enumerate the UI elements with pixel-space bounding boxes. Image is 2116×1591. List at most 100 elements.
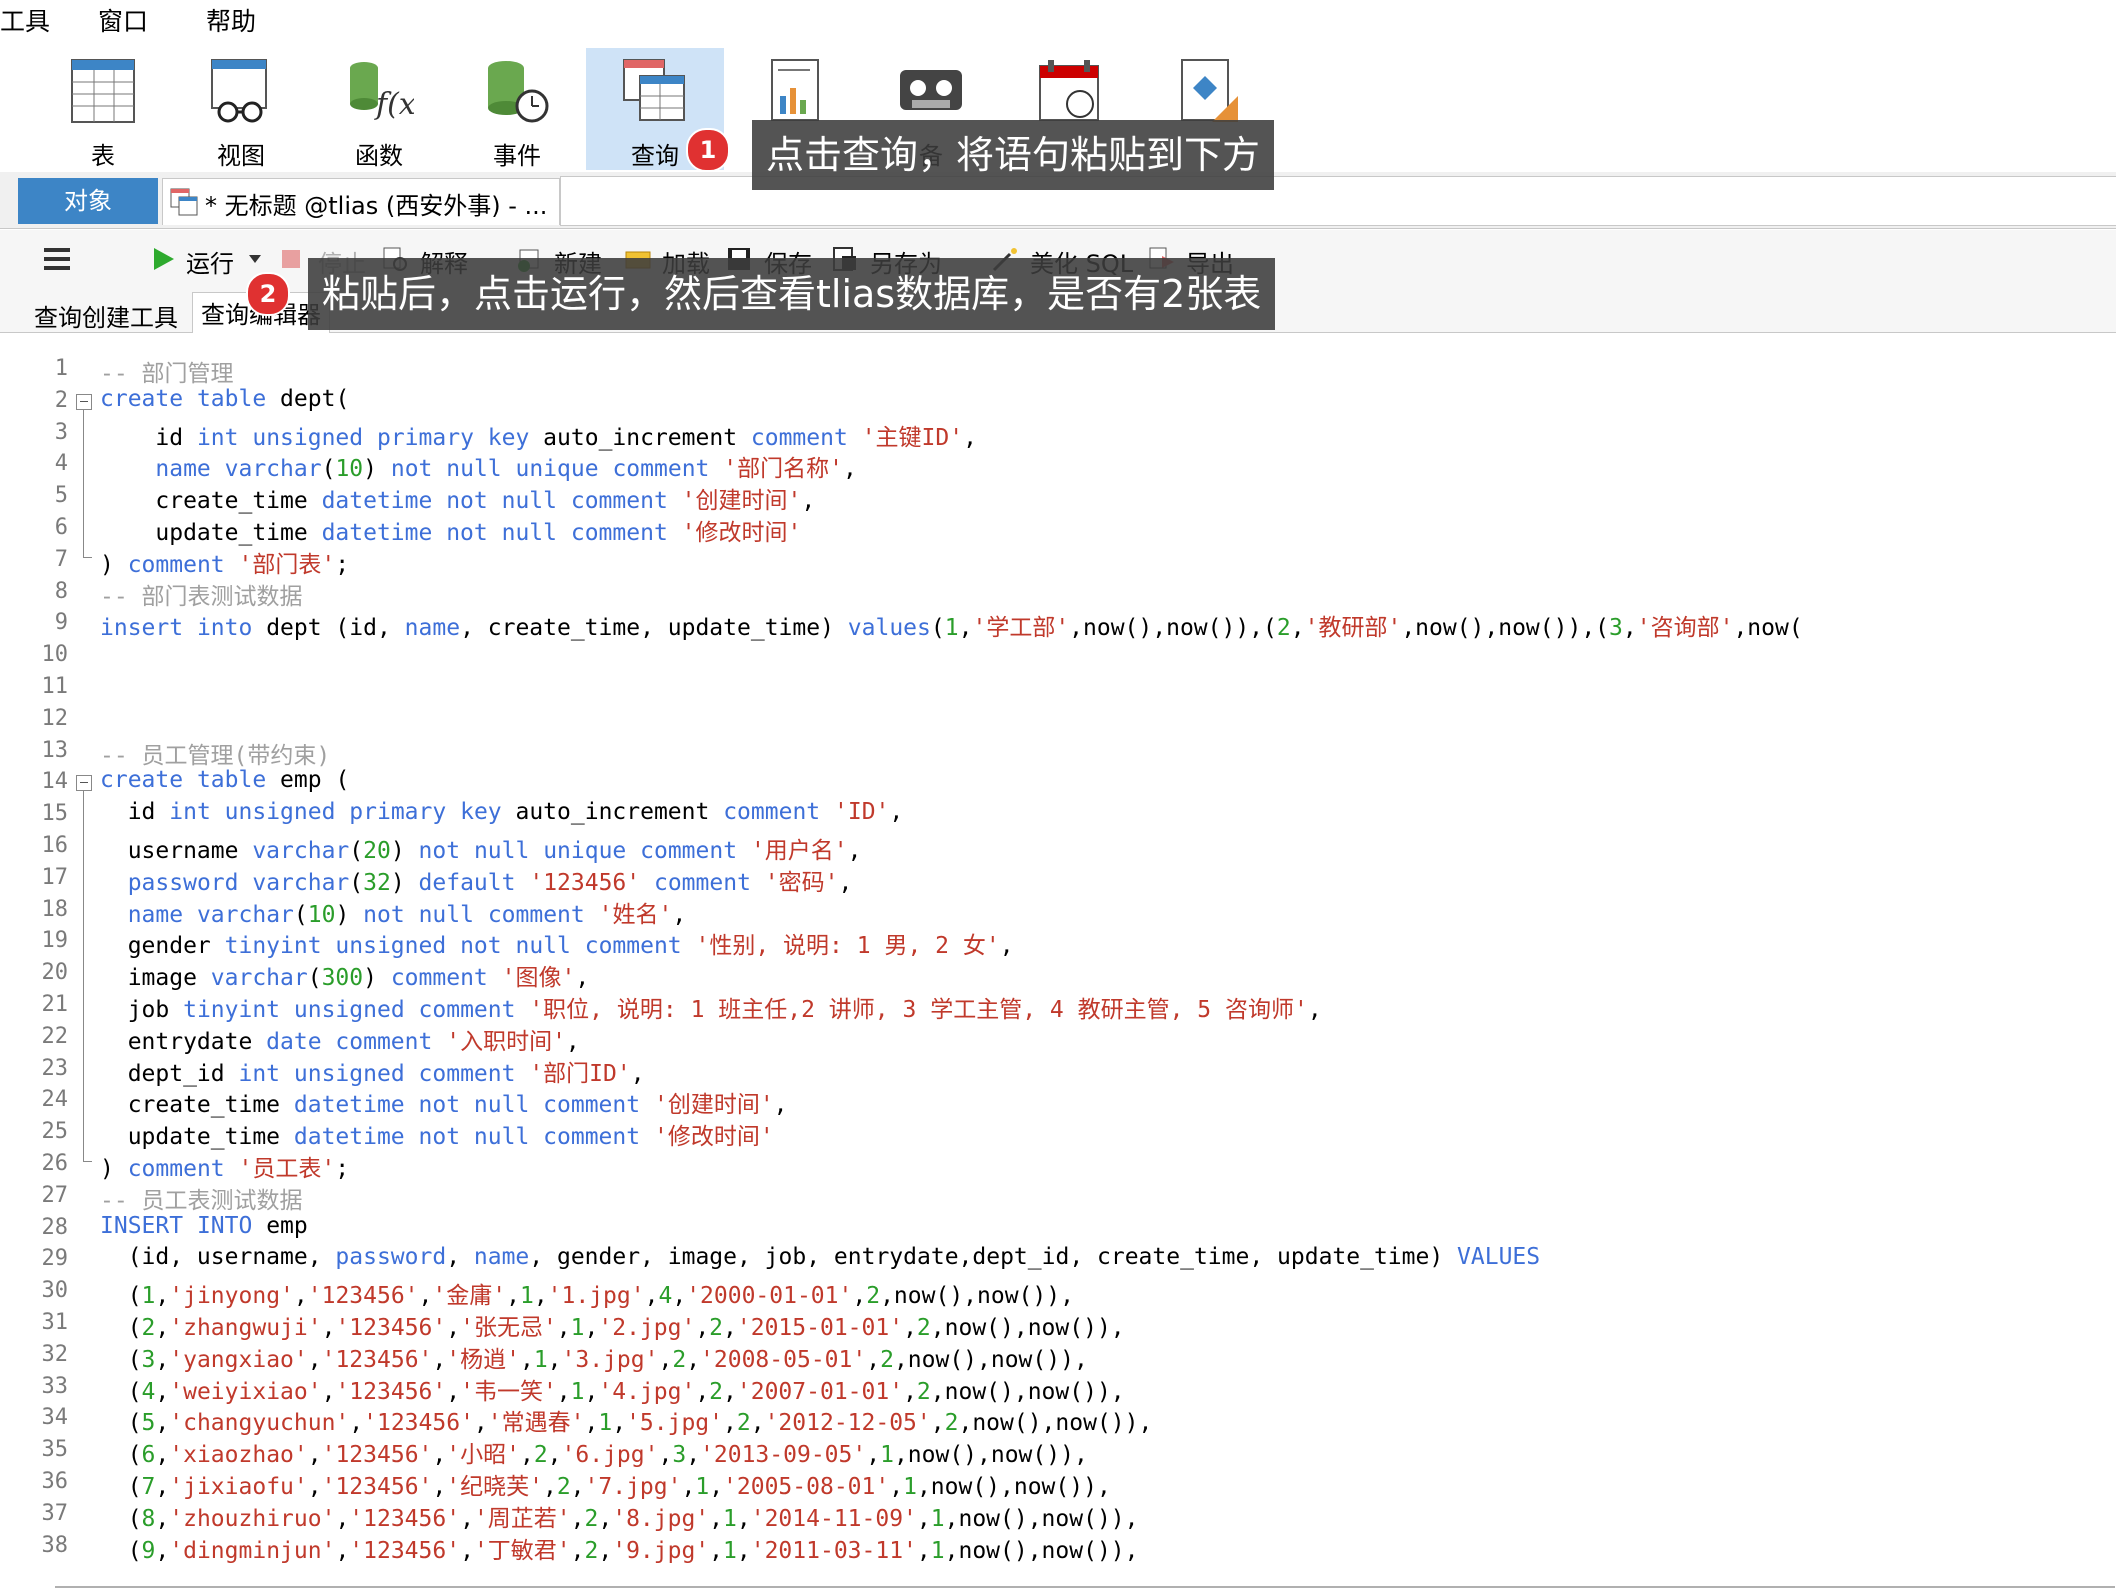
annotation-callout-2: 粘贴后，点击运行，然后查看tlias数据库，是否有2张表 <box>308 258 1276 330</box>
status-divider <box>55 1586 2115 1588</box>
line-number: 31 <box>41 1310 69 1335</box>
run-dropdown-icon[interactable] <box>248 254 262 264</box>
code-line: job tinyint unsigned comment '职位, 说明: 1 … <box>100 997 1322 1023</box>
line-number: 32 <box>41 1341 69 1367</box>
function-icon: f(x) <box>350 62 414 122</box>
code-line: create table emp ( <box>100 767 350 794</box>
query-tab-icon <box>170 188 198 216</box>
run-icon <box>154 248 174 270</box>
line-number: 28 <box>41 1214 69 1240</box>
line-number: 13 <box>41 737 69 763</box>
line-number: 16 <box>41 833 69 858</box>
code-line: (5,'changyuchun','123456','常遇春',1,'5.jpg… <box>100 1410 1153 1437</box>
code-line: username varchar(20) not null unique com… <box>100 838 862 864</box>
line-number: 15 <box>41 801 69 827</box>
line-number: 35 <box>41 1437 69 1463</box>
sql-editor[interactable]: 1 2 3 4 5 6 7 8 9 10 11 12 13 14 15 16 17 18 19 20 21 22 23 24 2… <box>18 340 2116 1572</box>
line-number: 4 <box>54 451 68 477</box>
annotation-callout-1: 点击查询，将语句粘贴到下方 <box>752 120 1275 190</box>
ribbon-view-label: 视图 <box>217 142 265 170</box>
code-line: entrydate date comment '入职时间', <box>100 1028 580 1055</box>
annotation-badge-1: 1 <box>686 128 730 172</box>
line-number: 9 <box>54 610 68 636</box>
code-line: update_time datetime not null comment '修… <box>100 1124 774 1151</box>
code-line: ) comment '员工表'; <box>100 1156 350 1182</box>
code-line: create table dept( <box>100 385 350 412</box>
line-number: 29 <box>41 1246 69 1272</box>
annotation-badge-2: 2 <box>246 272 290 316</box>
code-line: (6,'xiaozhao','123456','小昭',2,'6.jpg',3,… <box>100 1442 1088 1469</box>
code-line: id int unsigned primary key auto_increme… <box>100 799 904 826</box>
code-line: -- 员工表测试数据 <box>100 1187 303 1214</box>
line-number: 20 <box>41 960 69 986</box>
code-line: -- 部门管理 <box>100 361 234 387</box>
line-number: 34 <box>41 1405 69 1431</box>
line-number: 27 <box>41 1182 69 1208</box>
line-number: 12 <box>41 705 69 731</box>
event-icon <box>488 61 549 123</box>
code-line: name varchar(10) not null unique comment… <box>155 456 857 483</box>
line-number: 23 <box>41 1055 69 1081</box>
fold-toggle[interactable] <box>76 393 92 410</box>
line-number: 7 <box>54 546 68 572</box>
menu-tools[interactable]: 工具 <box>0 2 50 38</box>
line-number-gutter: 1 2 3 4 5 6 7 8 9 10 11 12 13 14 15 16 17 18 19 20 21 22 23 24 2… <box>18 340 98 1572</box>
code-line: (1,'jinyong','123456','金庸',1,'1.jpg',4,'… <box>100 1283 1074 1310</box>
line-number: 24 <box>41 1087 69 1113</box>
line-number: 1 <box>54 356 68 381</box>
code-line: gender tinyint unsigned not null comment… <box>100 933 1014 960</box>
code-line: password varchar(32) default '123456' co… <box>127 869 853 896</box>
code-line: name varchar(10) not null comment '姓名', <box>127 901 687 928</box>
ribbon-table-button[interactable]: 表 <box>34 48 172 170</box>
line-number: 25 <box>41 1119 69 1145</box>
code-line: (3,'yangxiao','123456','杨逍',1,'3.jpg',2,… <box>100 1346 1088 1373</box>
code-line: (id, username, password, name, gender, i… <box>100 1244 1541 1271</box>
table-icon <box>71 59 135 123</box>
line-number: 19 <box>41 928 69 954</box>
code-line: create_time datetime not null comment '创… <box>100 488 816 515</box>
line-number: 3 <box>54 419 68 445</box>
menu-window[interactable]: 窗口 <box>98 2 148 38</box>
menu-help[interactable]: 帮助 <box>206 2 256 38</box>
code-line: insert into dept (id, name, create_time,… <box>100 615 1803 642</box>
line-number: 26 <box>41 1151 69 1176</box>
line-number: 14 <box>41 769 69 795</box>
line-number: 5 <box>54 483 68 509</box>
line-number: 2 <box>54 387 68 413</box>
run-button[interactable]: 运行 <box>186 244 234 279</box>
fold-toggle[interactable] <box>76 775 92 792</box>
query-icon <box>623 59 685 121</box>
stop-icon <box>282 250 300 268</box>
code-line: ) comment '部门表'; <box>100 551 350 578</box>
ribbon-event-label: 事件 <box>493 142 541 170</box>
line-number: 21 <box>41 992 69 1017</box>
line-number: 10 <box>41 642 69 668</box>
code-line: (2,'zhangwuji','123456','张无忌',1,'2.jpg',… <box>100 1315 1125 1341</box>
line-number: 33 <box>41 1373 69 1399</box>
report-icon <box>771 59 819 121</box>
menu-icon[interactable] <box>42 246 72 272</box>
ribbon-function-label: 函数 <box>355 142 403 170</box>
model-icon <box>1181 59 1238 122</box>
code-line: (8,'zhouzhiruo','123456','周芷若',2,'8.jpg'… <box>100 1505 1139 1532</box>
code-line: -- 部门表测试数据 <box>100 583 303 610</box>
code-line: id int unsigned primary key auto_increme… <box>100 424 977 451</box>
ribbon-function-button[interactable]: f(x) 函数 <box>310 48 448 170</box>
ribbon-event-button[interactable]: 事件 <box>448 48 586 170</box>
code-line: (4,'weiyixiao','123456','韦一笑',1,'4.jpg',… <box>100 1378 1125 1405</box>
line-number: 6 <box>54 515 68 540</box>
code-line: update_time datetime not null comment '修… <box>100 520 802 546</box>
line-number: 30 <box>41 1278 69 1304</box>
code-line: INSERT INTO emp <box>100 1212 308 1239</box>
code-line: (9,'dingminjun','123456','丁敏君',2,'9.jpg'… <box>100 1537 1139 1564</box>
ribbon-view-button[interactable]: 视图 <box>172 48 310 170</box>
backup-icon <box>900 70 962 110</box>
line-number: 38 <box>41 1532 69 1558</box>
line-number: 36 <box>41 1469 69 1494</box>
tab-query-untitled[interactable]: * 无标题 @tlias (西安外事) - ... <box>162 178 560 225</box>
tab-objects[interactable]: 对象 <box>18 178 158 224</box>
svg-text:f(x): f(x) <box>374 87 414 122</box>
code-line: image varchar(300) comment '图像', <box>100 965 590 992</box>
fold-guide <box>83 409 92 558</box>
tab-query-builder[interactable]: 查询创建工具 <box>26 296 186 335</box>
